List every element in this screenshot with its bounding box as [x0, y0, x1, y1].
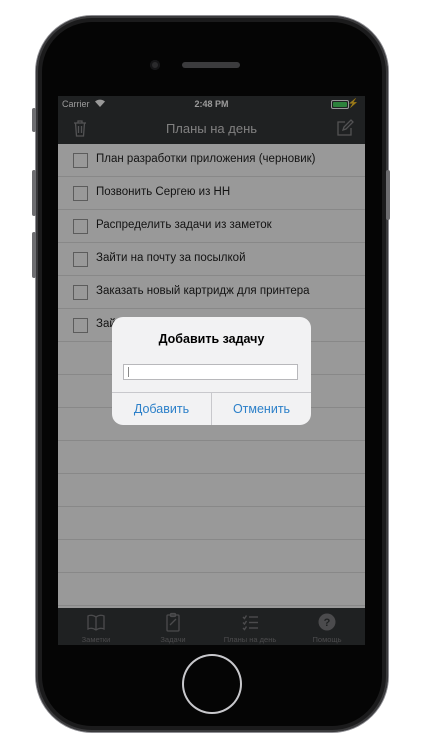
front-camera — [150, 60, 160, 70]
volume-up-button — [32, 170, 36, 216]
add-task-dialog: Добавить задачу Добавить Отменить — [112, 317, 311, 425]
app-screen: Carrier 2:48 PM ⚡ Планы на день План раз… — [58, 96, 365, 645]
earpiece-speaker — [182, 62, 240, 68]
home-button[interactable] — [184, 656, 240, 712]
cancel-button[interactable]: Отменить — [212, 393, 311, 425]
volume-down-button — [32, 232, 36, 278]
dialog-title: Добавить задачу — [158, 332, 265, 346]
power-button — [386, 170, 390, 220]
task-input[interactable] — [123, 364, 298, 380]
text-cursor — [128, 367, 129, 377]
mute-switch — [32, 108, 36, 132]
add-button[interactable]: Добавить — [112, 393, 211, 425]
